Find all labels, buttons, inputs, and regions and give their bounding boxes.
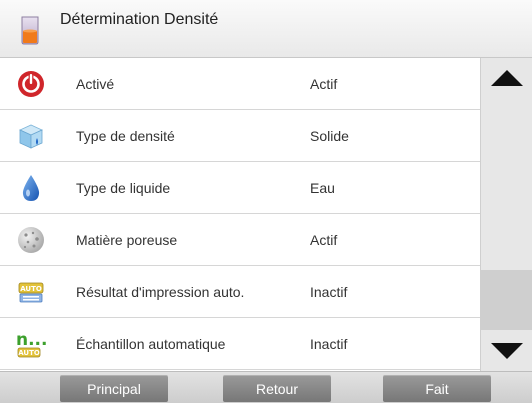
scrollbar[interactable] <box>480 58 532 371</box>
arrow-down-icon <box>491 343 523 359</box>
scroll-down-button[interactable] <box>481 331 532 371</box>
setting-row-density-type[interactable]: Type de densité Solide <box>0 110 480 162</box>
arrow-up-icon <box>491 70 523 86</box>
setting-row-porous-material[interactable]: Matière poreuse Actif <box>0 214 480 266</box>
setting-row-auto-print[interactable]: AUTO Résultat d'impression auto. Inactif <box>0 266 480 318</box>
porous-sphere-icon <box>18 227 44 253</box>
setting-label: Échantillon automatique <box>76 335 226 352</box>
setting-label: Résultat d'impression auto. <box>76 283 245 300</box>
beaker-icon <box>21 16 39 44</box>
page-title: Détermination Densité <box>60 10 219 28</box>
svg-text:AUTO: AUTO <box>20 285 42 293</box>
setting-label: Matière poreuse <box>76 231 178 248</box>
setting-row-auto-sample[interactable]: n... AUTO Échantillon automatique Inacti… <box>0 318 480 370</box>
svg-text:AUTO: AUTO <box>18 349 40 357</box>
settings-list: Activé Actif Type de densité Solide Type… <box>0 58 480 371</box>
setting-row-liquid-type[interactable]: Type de liquide Eau <box>0 162 480 214</box>
main-button[interactable]: Principal <box>60 375 168 402</box>
svg-text:n...: n... <box>16 330 46 350</box>
footer-bar: Principal Retour Fait <box>0 371 532 403</box>
scroll-thumb[interactable] <box>481 270 532 330</box>
setting-row-enabled[interactable]: Activé Actif <box>0 58 480 110</box>
power-icon <box>18 71 44 97</box>
setting-label: Activé <box>76 75 115 92</box>
setting-value: Solide <box>310 127 349 144</box>
water-drop-icon <box>22 175 40 201</box>
setting-value: Inactif <box>310 335 348 352</box>
solid-cube-icon <box>19 124 43 149</box>
back-button[interactable]: Retour <box>223 375 331 402</box>
scroll-up-button[interactable] <box>481 58 532 98</box>
setting-value: Actif <box>310 231 338 248</box>
header-bar: Détermination Densité <box>0 0 532 58</box>
auto-sample-icon: n... AUTO <box>16 330 46 358</box>
setting-value: Actif <box>310 75 338 92</box>
setting-label: Type de liquide <box>76 179 171 196</box>
setting-label: Type de densité <box>76 127 175 144</box>
auto-print-icon: AUTO <box>18 282 44 303</box>
done-button[interactable]: Fait <box>383 375 491 402</box>
setting-value: Eau <box>310 179 335 196</box>
setting-value: Inactif <box>310 283 348 300</box>
